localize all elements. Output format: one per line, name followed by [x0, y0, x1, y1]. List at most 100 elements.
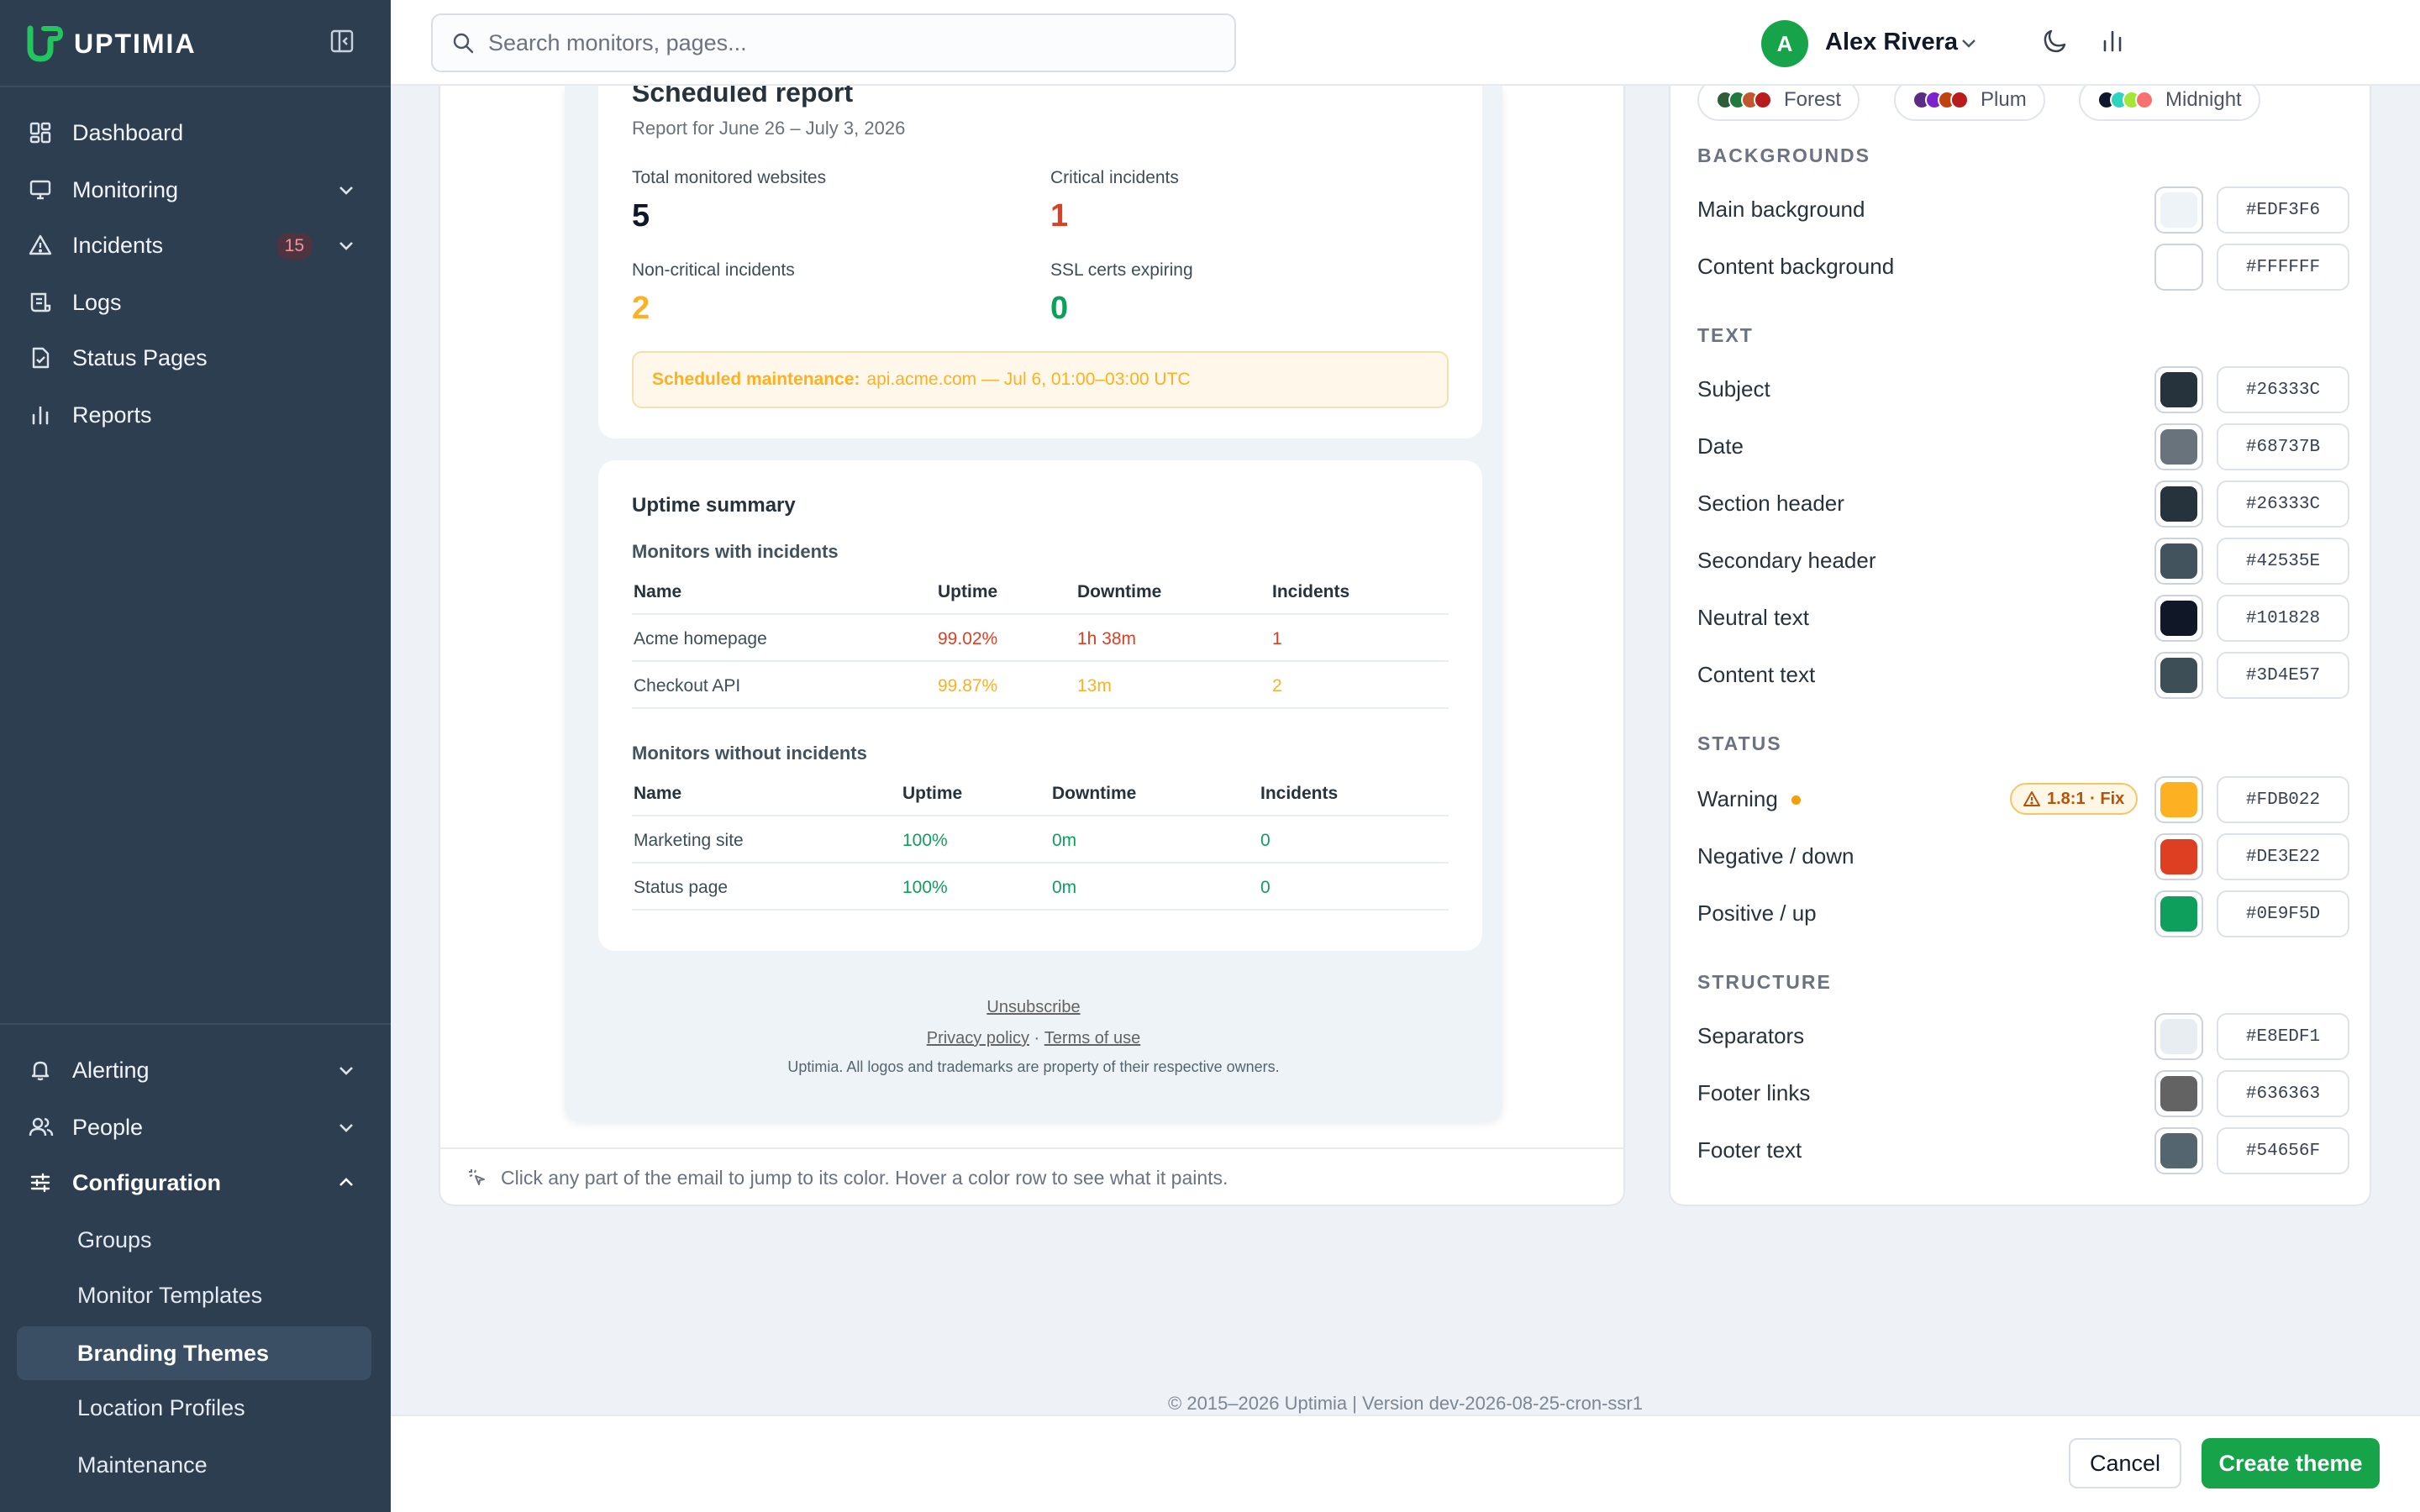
hex-input[interactable]: #EDF3F6 [2217, 186, 2349, 234]
with-incidents-title[interactable]: Monitors with incidents [632, 541, 839, 563]
color-row[interactable]: Content text #3D4E57 [1697, 652, 2349, 699]
uptime-summary-card[interactable]: Uptime summary Monitors with incidents N… [598, 460, 1482, 951]
color-row[interactable]: Section header #26333C [1697, 480, 2349, 528]
color-swatch[interactable] [2154, 890, 2203, 937]
hex-input[interactable]: #26333C [2217, 366, 2349, 413]
preset-plum[interactable]: Plum [1894, 86, 2045, 121]
hex-input[interactable]: #68737B [2217, 423, 2349, 470]
downtime-value: 0m [1052, 831, 1077, 850]
preset-name: Plum [1981, 88, 2027, 111]
uptime-summary-title[interactable]: Uptime summary [632, 494, 796, 517]
hex-input[interactable]: #42535E [2217, 538, 2349, 585]
warning-triangle-icon [17, 234, 55, 257]
hex-input[interactable]: #DE3E22 [2217, 833, 2349, 880]
color-row[interactable]: Date #68737B [1697, 423, 2349, 470]
report-title[interactable]: Scheduled report [632, 86, 853, 108]
sidebar-subitem-branding-themes[interactable]: Branding Themes [17, 1326, 371, 1380]
color-row[interactable]: Positive / up #0E9F5D [1697, 890, 2349, 937]
sidebar-item-incidents[interactable]: Incidents 15 [17, 218, 371, 272]
color-row[interactable]: Neutral text #101828 [1697, 595, 2349, 642]
preset-midnight[interactable]: Midnight [2079, 86, 2260, 121]
maintenance-notice[interactable]: Scheduled maintenance: api.acme.com — Ju… [632, 351, 1449, 408]
color-swatch[interactable] [2154, 1013, 2203, 1060]
theme-toggle-button[interactable] [2041, 27, 2073, 59]
search-input[interactable] [488, 29, 1228, 56]
sidebar-subitem-groups[interactable]: Groups [17, 1213, 371, 1267]
hex-input[interactable]: #FDB022 [2217, 776, 2349, 823]
user-name[interactable]: Alex Rivera [1825, 29, 1958, 56]
sidebar-item-logs[interactable]: Logs [17, 276, 371, 329]
sidebar-item-people[interactable]: People [17, 1100, 371, 1154]
without-incidents-title[interactable]: Monitors without incidents [632, 743, 867, 764]
hex-input[interactable]: #3D4E57 [2217, 652, 2349, 699]
color-swatch[interactable] [2154, 423, 2203, 470]
privacy-policy-link[interactable]: Privacy policy [927, 1029, 1029, 1048]
email-main-background[interactable]: Scheduled report Report for June 26 – Ju… [565, 86, 1502, 1121]
footer-legal-text[interactable]: Uptimia. All logos and trademarks are pr… [565, 1058, 1502, 1076]
stat-label: SSL certs expiring [1050, 260, 1193, 280]
unsubscribe-link[interactable]: Unsubscribe [986, 998, 1080, 1017]
monitor-name: Status page [634, 878, 729, 897]
cancel-button[interactable]: Cancel [2069, 1438, 2181, 1488]
sidebar-item-alerting[interactable]: Alerting [17, 1043, 371, 1097]
color-swatch[interactable] [2154, 366, 2203, 413]
chevron-down-icon[interactable] [1958, 32, 1980, 54]
avatar[interactable]: A [1761, 20, 1808, 67]
hex-input[interactable]: #26333C [2217, 480, 2349, 528]
color-swatch[interactable] [2154, 833, 2203, 880]
search-box[interactable] [431, 13, 1236, 72]
sidebar-subitem-monitor-templates[interactable]: Monitor Templates [17, 1268, 371, 1322]
color-row[interactable]: Negative / down #DE3E22 [1697, 833, 2349, 880]
color-swatch[interactable] [2154, 1070, 2203, 1117]
color-swatch[interactable] [2154, 244, 2203, 291]
sidebar-item-monitoring[interactable]: Monitoring [17, 163, 371, 217]
hex-input[interactable]: #101828 [2217, 595, 2349, 642]
color-row[interactable]: Subject #26333C [1697, 366, 2349, 413]
color-swatch[interactable] [2154, 186, 2203, 234]
color-row[interactable]: Footer text #54656F [1697, 1127, 2349, 1174]
color-swatch[interactable] [2154, 776, 2203, 823]
color-row[interactable]: Secondary header #42535E [1697, 538, 2349, 585]
contrast-fix-badge[interactable]: 1.8:1 · Fix [2010, 783, 2139, 815]
sidebar-collapse-button[interactable] [329, 29, 356, 55]
uptime-value: 100% [902, 831, 948, 850]
incidents-value: 1 [1272, 629, 1282, 648]
color-swatch[interactable] [2154, 1127, 2203, 1174]
sidebar-item-label: Logs [72, 289, 122, 315]
hex-input[interactable]: #0E9F5D [2217, 890, 2349, 937]
color-swatch[interactable] [2154, 538, 2203, 585]
chevron-down-icon [339, 1124, 353, 1132]
color-row[interactable]: Warning 1.8:1 · Fix #FDB022 [1697, 776, 2349, 823]
preset-name: Forest [1784, 88, 1842, 111]
hex-input[interactable]: #54656F [2217, 1127, 2349, 1174]
table-header: Name [634, 582, 682, 601]
stat-label: Total monitored websites [632, 168, 827, 187]
color-row[interactable]: Footer links #636363 [1697, 1070, 2349, 1117]
stat-label: Non-critical incidents [632, 260, 795, 280]
table-header: Incidents [1260, 784, 1339, 803]
stats-button[interactable] [2098, 27, 2130, 59]
sidebar-item-configuration[interactable]: Configuration [17, 1156, 371, 1210]
table-row: Checkout API 99.87% 13m 2 [632, 662, 1449, 709]
sidebar-subitem-maintenance[interactable]: Maintenance [17, 1438, 371, 1492]
color-swatch[interactable] [2154, 595, 2203, 642]
terms-link[interactable]: Terms of use [1044, 1029, 1140, 1048]
hex-input[interactable]: #E8EDF1 [2217, 1013, 2349, 1060]
sidebar-item-status-pages[interactable]: Status Pages [17, 331, 371, 385]
preset-forest[interactable]: Forest [1697, 86, 1860, 121]
sidebar-subitem-label: Location Profiles [77, 1394, 245, 1420]
hex-input[interactable]: #636363 [2217, 1070, 2349, 1117]
sidebar-item-dashboard[interactable]: Dashboard [17, 106, 371, 160]
brand-logo[interactable]: UPTIMIA [22, 22, 197, 66]
sidebar-subitem-location-profiles[interactable]: Location Profiles [17, 1381, 371, 1435]
report-date[interactable]: Report for June 26 – July 3, 2026 [632, 118, 905, 139]
color-swatch[interactable] [2154, 480, 2203, 528]
hex-input[interactable]: #FFFFFF [2217, 244, 2349, 291]
color-row[interactable]: Content background #FFFFFF [1697, 244, 2349, 291]
color-row[interactable]: Separators #E8EDF1 [1697, 1013, 2349, 1060]
color-row[interactable]: Main background #EDF3F6 [1697, 186, 2349, 234]
sidebar-item-reports[interactable]: Reports [17, 388, 371, 442]
color-swatch[interactable] [2154, 652, 2203, 699]
report-card[interactable]: Scheduled report Report for June 26 – Ju… [598, 86, 1482, 438]
create-theme-button[interactable]: Create theme [2202, 1438, 2380, 1488]
